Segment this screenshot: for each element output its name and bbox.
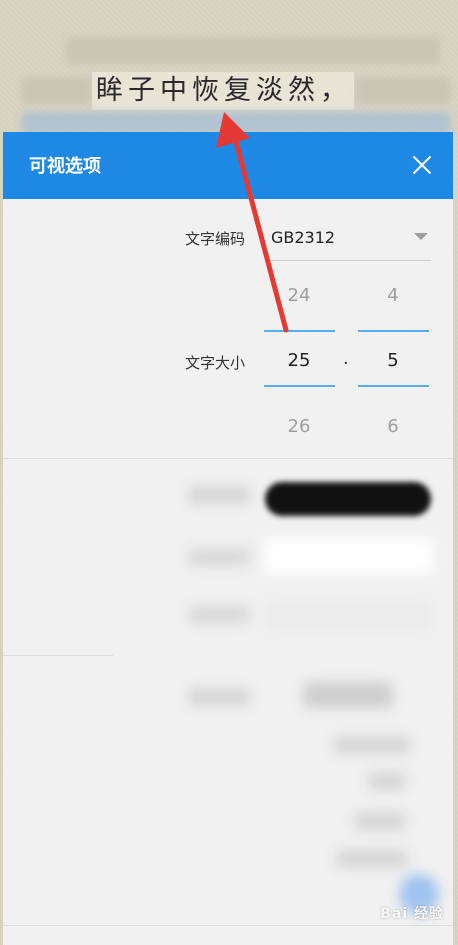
blurred-text-line [22,78,92,104]
section-divider [3,655,113,656]
section-divider [3,925,453,926]
decimal-picker-above[interactable]: 4 [358,285,428,306]
encoding-underline [265,260,431,261]
blurred-label [189,688,249,706]
blurred-label [189,548,249,566]
highlighted-sentence: 眸子中恢复淡然， [92,72,354,110]
integer-picker-line-top [264,330,335,332]
blurred-input[interactable] [265,538,433,574]
close-icon[interactable] [407,150,437,180]
integer-picker-above[interactable]: 24 [264,285,334,306]
dialog-title: 可视选项 [29,156,101,177]
blurred-option[interactable] [369,772,405,790]
blurred-label [189,606,249,624]
blurred-option[interactable] [337,850,407,868]
blurred-option[interactable] [355,812,405,830]
section-divider [3,458,453,459]
integer-picker-selected[interactable]: 25 [264,350,334,371]
integer-picker-line-bottom [264,385,335,387]
encoding-select[interactable]: GB2312 [271,228,335,247]
decimal-separator: . [343,348,349,369]
blurred-text-line [356,78,450,104]
font-size-label: 文字大小 [185,354,246,372]
blurred-label [189,486,249,504]
blurred-selection-strip [22,112,450,134]
decimal-picker-selected[interactable]: 5 [358,350,428,371]
decimal-picker-line-top [358,330,429,332]
blurred-option[interactable] [335,736,409,754]
blurred-text-line [66,38,440,64]
blurred-input[interactable] [265,602,433,630]
blurred-color-swatch[interactable] [265,482,431,516]
decimal-picker-line-bottom [358,385,429,387]
decimal-picker-below[interactable]: 6 [358,416,428,437]
integer-picker-below[interactable]: 26 [264,416,334,437]
encoding-label: 文字编码 [185,230,246,248]
blurred-button[interactable] [303,682,393,708]
dialog-header: 可视选项 [3,132,453,199]
chevron-down-icon[interactable] [414,233,428,240]
visual-options-dialog: 可视选项 文字编码 GB2312 24 4 文字大小 25 . 5 26 6 [3,132,453,945]
watermark-logo: Bai 经验 [380,906,444,922]
